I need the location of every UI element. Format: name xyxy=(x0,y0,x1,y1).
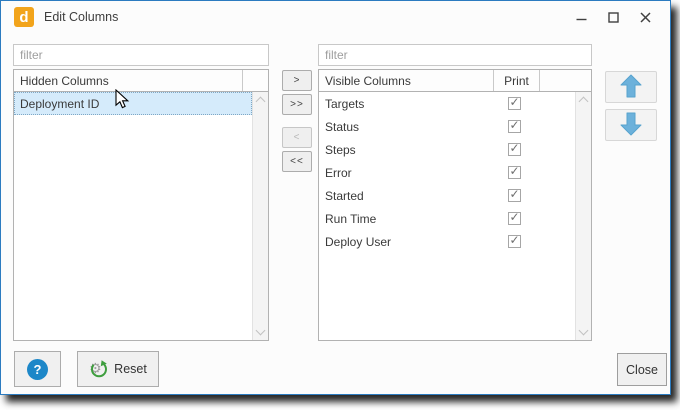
move-all-left-button[interactable]: << xyxy=(282,151,312,172)
print-checkbox[interactable] xyxy=(508,166,521,179)
close-button[interactable]: Close xyxy=(617,353,667,386)
title-bar[interactable]: d Edit Columns xyxy=(1,1,670,33)
header-spacer xyxy=(242,70,268,91)
visible-columns-filter-input[interactable] xyxy=(318,44,592,66)
hidden-columns-filter-input[interactable] xyxy=(13,44,269,66)
app-logo-icon: d xyxy=(14,7,34,27)
up-arrow-icon xyxy=(620,74,642,101)
move-left-button[interactable]: < xyxy=(282,127,312,148)
close-icon[interactable] xyxy=(636,8,654,26)
print-header-label: Print xyxy=(493,70,539,91)
visible-columns-scrollbar[interactable] xyxy=(575,92,591,340)
window-controls xyxy=(572,8,654,26)
column-label: Started xyxy=(319,189,491,203)
hidden-columns-header: Hidden Columns xyxy=(14,70,268,92)
visible-columns-list: Visible Columns Print Targets Status Ste… xyxy=(318,69,592,341)
window-title: Edit Columns xyxy=(44,10,118,24)
question-mark-icon: ? xyxy=(27,359,48,380)
scroll-down-icon[interactable] xyxy=(579,326,589,336)
print-checkbox[interactable] xyxy=(508,189,521,202)
column-label: Run Time xyxy=(319,212,491,226)
scroll-up-icon[interactable] xyxy=(256,97,266,107)
hidden-columns-rows: Deployment ID xyxy=(14,92,252,340)
visible-columns-header-label: Visible Columns xyxy=(319,70,493,91)
help-button[interactable]: ? xyxy=(14,351,61,387)
list-item-deploy-user[interactable]: Deploy User xyxy=(319,230,575,253)
hidden-columns-scrollbar[interactable] xyxy=(252,92,268,340)
scroll-up-icon[interactable] xyxy=(579,97,589,107)
list-item-targets[interactable]: Targets xyxy=(319,92,575,115)
print-checkbox[interactable] xyxy=(508,143,521,156)
print-checkbox[interactable] xyxy=(508,235,521,248)
column-label: Targets xyxy=(319,97,491,111)
reorder-buttons xyxy=(605,71,657,141)
maximize-icon[interactable] xyxy=(604,8,622,26)
column-label: Steps xyxy=(319,143,491,157)
hidden-columns-header-label: Hidden Columns xyxy=(14,70,242,91)
list-item-steps[interactable]: Steps xyxy=(319,138,575,161)
column-label: Deployment ID xyxy=(14,97,252,111)
move-all-right-button[interactable]: >> xyxy=(282,94,312,115)
reset-label: Reset xyxy=(114,362,147,376)
gear-refresh-icon: ⚙ xyxy=(89,360,108,379)
column-label: Error xyxy=(319,166,491,180)
reset-button[interactable]: ⚙ Reset xyxy=(77,351,159,387)
hidden-columns-list: Hidden Columns Deployment ID xyxy=(13,69,269,341)
scroll-down-icon[interactable] xyxy=(256,326,266,336)
move-up-button[interactable] xyxy=(605,71,657,103)
edit-columns-dialog: d Edit Columns Hidden Columns Deployment… xyxy=(0,0,671,395)
column-label: Deploy User xyxy=(319,235,491,249)
down-arrow-icon xyxy=(620,112,642,139)
visible-columns-rows: Targets Status Steps Error Started xyxy=(319,92,575,340)
list-item-error[interactable]: Error xyxy=(319,161,575,184)
list-item-deployment-id[interactable]: Deployment ID xyxy=(14,92,252,115)
list-item-status[interactable]: Status xyxy=(319,115,575,138)
move-buttons: > >> < << xyxy=(282,70,312,172)
print-checkbox[interactable] xyxy=(508,97,521,110)
minimize-icon[interactable] xyxy=(572,8,590,26)
move-right-button[interactable]: > xyxy=(282,70,312,91)
print-checkbox[interactable] xyxy=(508,120,521,133)
list-item-started[interactable]: Started xyxy=(319,184,575,207)
column-label: Status xyxy=(319,120,491,134)
visible-columns-header: Visible Columns Print xyxy=(319,70,591,92)
move-down-button[interactable] xyxy=(605,109,657,141)
list-item-run-time[interactable]: Run Time xyxy=(319,207,575,230)
header-spacer xyxy=(539,70,591,91)
print-checkbox[interactable] xyxy=(508,212,521,225)
